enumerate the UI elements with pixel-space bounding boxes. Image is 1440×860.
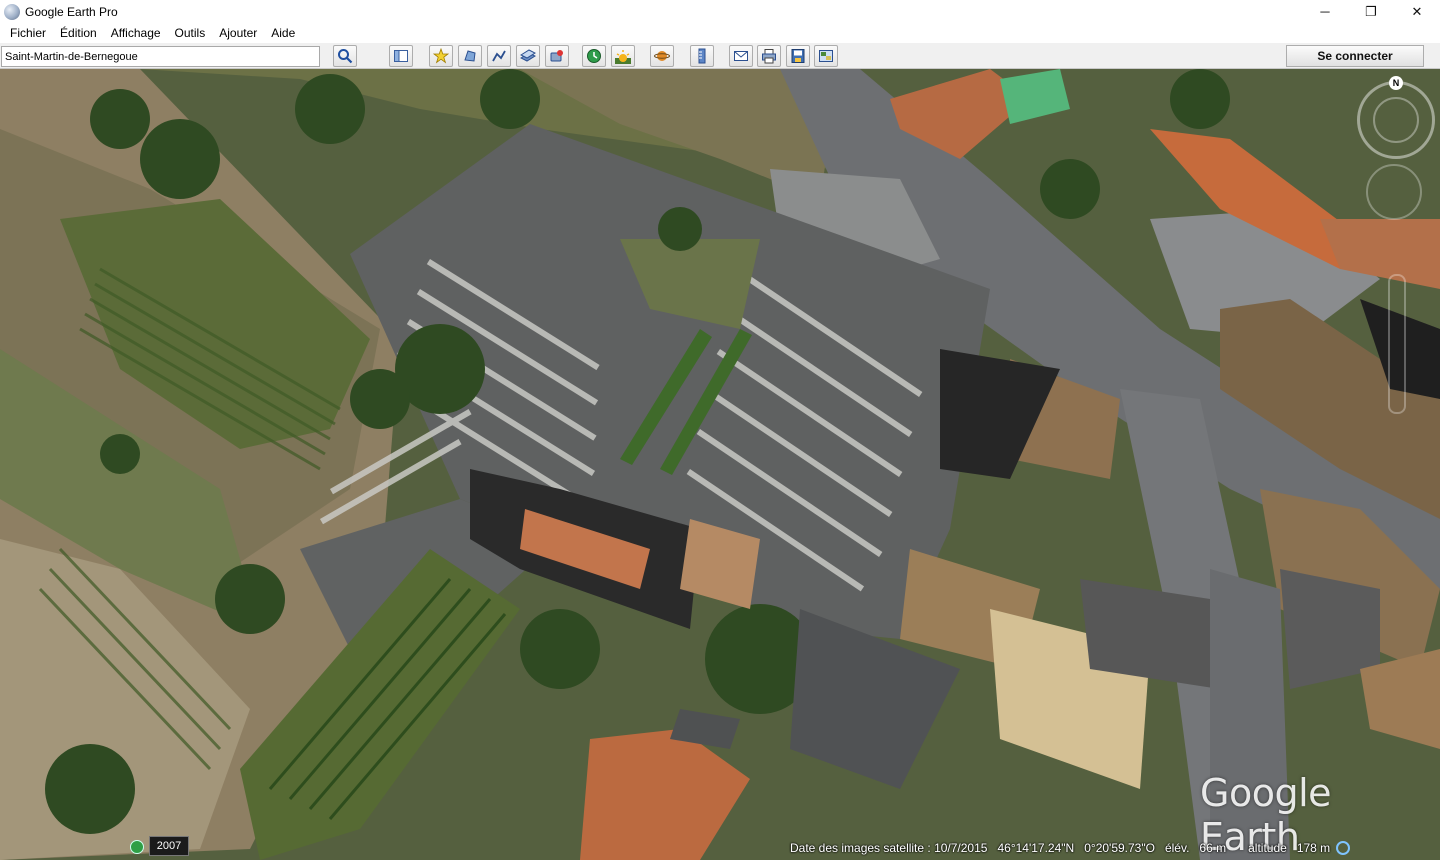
path-icon (492, 50, 506, 62)
close-button[interactable]: ✕ (1394, 0, 1440, 23)
add-image-overlay-button[interactable] (516, 45, 540, 67)
zoom-slider[interactable] (1388, 274, 1406, 414)
add-polygon-button[interactable] (458, 45, 482, 67)
email-icon (734, 51, 748, 61)
print-button[interactable] (757, 45, 781, 67)
historical-imagery-icon (587, 49, 601, 63)
move-joystick[interactable] (1366, 164, 1422, 220)
save-image-icon (791, 49, 805, 63)
planets-icon (654, 51, 670, 61)
satellite-imagery (0, 69, 1440, 860)
image-overlay-icon (520, 49, 536, 62)
window-controls: ─ ❐ ✕ (1302, 0, 1440, 23)
latitude-readout: 46°14'17.24"N (997, 841, 1075, 855)
elevation-label: élév. (1164, 841, 1190, 855)
maps-view-button[interactable] (814, 45, 838, 67)
planets-button[interactable] (650, 45, 674, 67)
ruler-icon (698, 48, 706, 64)
title-bar: Google Earth Pro ─ ❐ ✕ (0, 0, 1440, 23)
toolbar: Se connecter (0, 43, 1440, 69)
elevation-value: 66 m (1199, 841, 1227, 855)
sidebar-toggle-button[interactable] (389, 45, 413, 67)
map-view[interactable]: N Google Earth 2007 Date des images sate… (0, 69, 1440, 860)
historical-imagery-button[interactable] (582, 45, 606, 67)
search-button[interactable] (333, 45, 357, 67)
minimize-button[interactable]: ─ (1302, 0, 1348, 23)
add-placemark-button[interactable] (429, 45, 453, 67)
menu-bar: Fichier Édition Affichage Outils Ajouter… (0, 23, 1440, 43)
sidebar-icon (394, 50, 408, 62)
streaming-icon (1336, 841, 1351, 855)
record-tour-icon (550, 50, 563, 62)
menu-ajouter[interactable]: Ajouter (212, 26, 264, 40)
search-icon (338, 49, 353, 64)
print-icon (762, 49, 776, 64)
google-earth-app-icon (4, 3, 20, 20)
menu-fichier[interactable]: Fichier (3, 26, 53, 40)
menu-outils[interactable]: Outils (168, 26, 213, 40)
add-path-button[interactable] (487, 45, 511, 67)
imagery-date: Date des images satellite : 10/7/2015 (790, 841, 988, 855)
window-title: Google Earth Pro (25, 4, 118, 19)
altitude-label: altitude (1248, 841, 1287, 855)
menu-aide[interactable]: Aide (264, 26, 302, 40)
longitude-readout: 0°20'59.73"O (1084, 841, 1155, 855)
sunlight-button[interactable] (611, 45, 635, 67)
historical-clock-icon[interactable] (130, 840, 144, 854)
search-input[interactable] (1, 46, 320, 67)
polygon-icon (464, 50, 476, 62)
maps-view-icon (819, 50, 833, 62)
sunlight-icon (615, 50, 631, 64)
maximize-button[interactable]: ❐ (1348, 0, 1394, 23)
look-joystick[interactable] (1373, 97, 1419, 143)
status-bar: Date des images satellite : 10/7/2015 46… (790, 838, 1351, 858)
record-tour-button[interactable] (545, 45, 569, 67)
north-indicator[interactable]: N (1389, 76, 1403, 90)
ruler-button[interactable] (690, 45, 714, 67)
placemark-icon (433, 48, 449, 64)
altitude-value: 178 m (1296, 841, 1331, 855)
menu-affichage[interactable]: Affichage (104, 26, 168, 40)
email-button[interactable] (729, 45, 753, 67)
sign-in-button[interactable]: Se connecter (1286, 45, 1424, 67)
menu-edition[interactable]: Édition (53, 26, 104, 40)
historical-year-indicator[interactable]: 2007 (149, 836, 189, 856)
save-image-button[interactable] (786, 45, 810, 67)
